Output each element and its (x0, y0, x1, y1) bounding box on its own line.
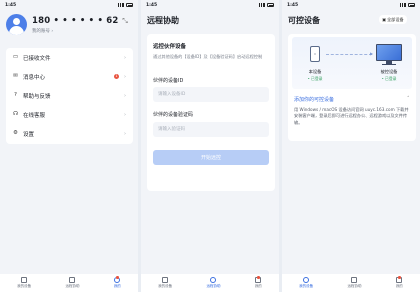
verification-code-label: 伙伴的设备验证码 (153, 112, 194, 118)
help-icon: ? (14, 92, 17, 98)
arrow-icon: ▶ (370, 51, 374, 56)
menu-item-help-feedback[interactable]: ? 帮助与反馈 › (6, 86, 133, 105)
controllable-devices-screen: 1:45 可控设备 ▣ 全部设备 ▶ 本设备 • 已登录 被控设备 • 已登录 … (282, 0, 420, 292)
signal-icon (118, 3, 124, 7)
profile-screen: 1:45 180 • • • • • • 62 我的账号 › ⤡ ▭ 已接收文件… (0, 0, 138, 292)
devices-icon (21, 277, 28, 283)
tab-badge-dot (398, 276, 401, 279)
chevron-up-icon[interactable]: ˄ (407, 96, 410, 102)
devices-icon: ▣ (382, 17, 386, 22)
status-time: 1:45 (146, 2, 158, 8)
add-device-card: ▶ 本设备 • 已登录 被控设备 • 已登录 添加你的可控设备 ˄ 用 Wind… (288, 34, 416, 141)
tab-my-devices[interactable]: 我的设备 (299, 277, 313, 289)
card-title: 远控伙伴设备 (153, 44, 187, 50)
battery-icon (126, 3, 133, 7)
chevron-right-icon: › (124, 92, 126, 99)
add-device-instructions: 用 Windows / macOS 设备访问官网 uuyc.163.com 下载… (294, 107, 409, 125)
connection-illustration: ▶ 本设备 • 已登录 被控设备 • 已登录 (292, 37, 412, 89)
verification-code-input[interactable] (153, 122, 269, 137)
chevron-right-icon: › (124, 54, 126, 61)
gear-icon: ⚙ (13, 130, 18, 136)
remote-icon (351, 277, 358, 283)
collapse-icon[interactable]: ⤡ (121, 17, 129, 25)
card-description: 通过其他设备的【设备ID】及【设备验证码】启动远程控制 (153, 54, 263, 59)
tab-me[interactable]: 我的 (255, 276, 262, 289)
status-bar: 1:45 (0, 0, 138, 10)
folder-icon: ▭ (12, 54, 19, 60)
controlled-device-label: 被控设备 (380, 69, 398, 74)
page-title: 远程协助 (147, 16, 179, 25)
mail-icon: ✉ (13, 73, 18, 79)
devices-icon (303, 277, 310, 283)
remote-control-card: 远控伙伴设备 通过其他设备的【设备ID】及【设备验证码】启动远程控制 伙伴的设备… (147, 34, 275, 191)
tab-my-devices[interactable]: 我的设备 (17, 277, 31, 289)
signal-icon (259, 3, 265, 7)
menu-item-settings[interactable]: ⚙ 设置 › (6, 124, 133, 143)
tab-my-devices[interactable]: 我的设备 (158, 277, 172, 289)
devices-icon (162, 277, 169, 283)
phone-device-icon (310, 46, 320, 62)
menu-item-online-support[interactable]: ☊ 在线客服 › (6, 105, 133, 124)
start-remote-button[interactable]: 开始远控 (153, 150, 269, 165)
status-time: 1:45 (5, 2, 17, 8)
status-bar: 1:45 (141, 0, 279, 10)
notification-badge: 1 (114, 74, 119, 79)
remote-icon (69, 277, 76, 283)
status-time: 1:45 (287, 2, 299, 8)
all-devices-button[interactable]: ▣ 全部设备 (379, 15, 407, 24)
device-id-label: 伙伴的设备ID (153, 78, 184, 84)
this-device-status: • 已登录 (307, 76, 323, 81)
add-device-link[interactable]: 添加你的可控设备 (294, 96, 334, 103)
tab-bar: 我的设备 远程协助 我的 (141, 274, 279, 292)
menu-card: ▭ 已接收文件 › ✉ 消息中心 1 › ? 帮助与反馈 › ☊ 在线客服 › … (6, 48, 133, 144)
remote-icon (210, 277, 217, 283)
chevron-right-icon: › (124, 111, 126, 118)
tab-remote-assist[interactable]: 远程协助 (206, 277, 220, 289)
tab-remote-assist[interactable]: 远程协助 (347, 277, 361, 289)
chevron-right-icon: › (124, 73, 126, 80)
signal-icon (400, 3, 406, 7)
this-device-label: 本设备 (308, 69, 322, 74)
remote-assist-screen: 1:45 远程协助 远控伙伴设备 通过其他设备的【设备ID】及【设备验证码】启动… (141, 0, 279, 292)
menu-item-label: 消息中心 (23, 74, 46, 81)
tab-me[interactable]: 我的 (396, 276, 403, 289)
page-title: 可控设备 (288, 16, 320, 25)
tab-bar: 我的设备 远程协助 我的 (282, 274, 420, 292)
my-account-link[interactable]: 我的账号 › (32, 28, 53, 34)
monitor-device-icon (376, 44, 402, 61)
tab-bar: 我的设备 远程协助 我的 (0, 274, 138, 292)
tab-badge-dot (116, 276, 119, 279)
tab-me[interactable]: 我的 (114, 276, 121, 289)
battery-icon (267, 3, 274, 7)
headset-icon: ☊ (13, 111, 18, 117)
battery-icon (408, 3, 415, 7)
menu-item-label: 帮助与反馈 (23, 93, 51, 100)
menu-item-received-files[interactable]: ▭ 已接收文件 › (6, 48, 133, 67)
menu-item-label: 在线客服 (23, 112, 46, 119)
menu-item-label: 设置 (23, 131, 35, 138)
menu-item-label: 已接收文件 (23, 55, 51, 62)
tab-badge-dot (257, 276, 260, 279)
connection-line (326, 54, 372, 55)
user-phone: 180 • • • • • • 62 (32, 16, 119, 26)
tab-remote-assist[interactable]: 远程协助 (65, 277, 79, 289)
controlled-device-status: • 已登录 (381, 76, 397, 81)
device-id-input[interactable] (153, 87, 269, 102)
avatar[interactable] (6, 14, 27, 35)
menu-item-message-center[interactable]: ✉ 消息中心 1 › (6, 67, 133, 86)
chevron-right-icon: › (124, 130, 126, 137)
status-bar: 1:45 (282, 0, 420, 10)
